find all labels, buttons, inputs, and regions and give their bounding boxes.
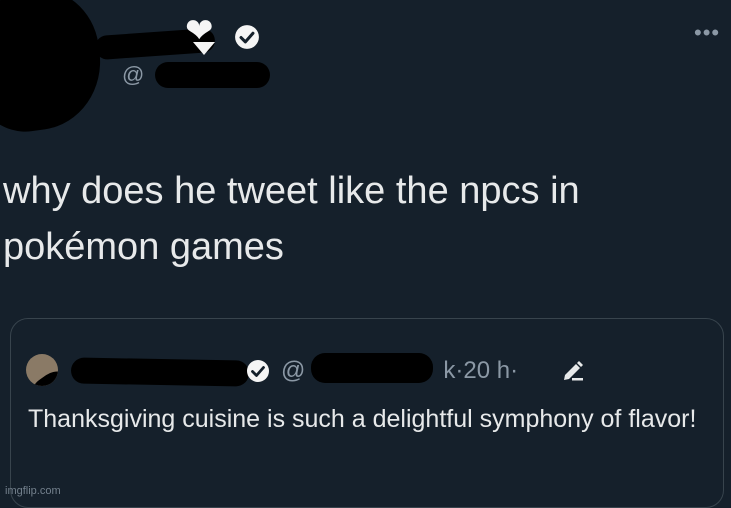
redacted-handle[interactable]	[155, 62, 270, 88]
edit-pencil-icon	[564, 361, 583, 381]
tweet-card: ❤ @ ••• why does he tweet like the npcs …	[0, 0, 731, 508]
quoted-handle-prefix: @	[281, 357, 306, 384]
quoted-handle-suffix: k	[443, 357, 456, 384]
redacted-quoted-avatar	[26, 363, 58, 386]
quoted-time[interactable]: 20 h	[463, 357, 510, 384]
handle-prefix: @	[122, 62, 145, 87]
redacted-quoted-name	[70, 357, 250, 387]
redacted-avatar[interactable]	[0, 0, 110, 139]
quoted-tweet-text: Thanksgiving cuisine is such a delightfu…	[28, 405, 697, 433]
triangle-down-icon	[193, 42, 215, 55]
separator: ·	[510, 357, 519, 384]
verified-badge-icon	[235, 25, 259, 49]
tweet-text: why does he tweet like the npcs in pokém…	[3, 170, 580, 268]
watermark: imgflip.com	[5, 485, 61, 497]
quoted-tweet[interactable]: @ k·20 h· Thanksgiving cuisine is such a …	[10, 318, 724, 508]
redacted-quoted-handle	[311, 353, 433, 383]
verified-badge-icon	[247, 360, 269, 382]
quoted-avatar[interactable]	[26, 354, 58, 386]
more-options-icon[interactable]: •••	[694, 22, 720, 44]
